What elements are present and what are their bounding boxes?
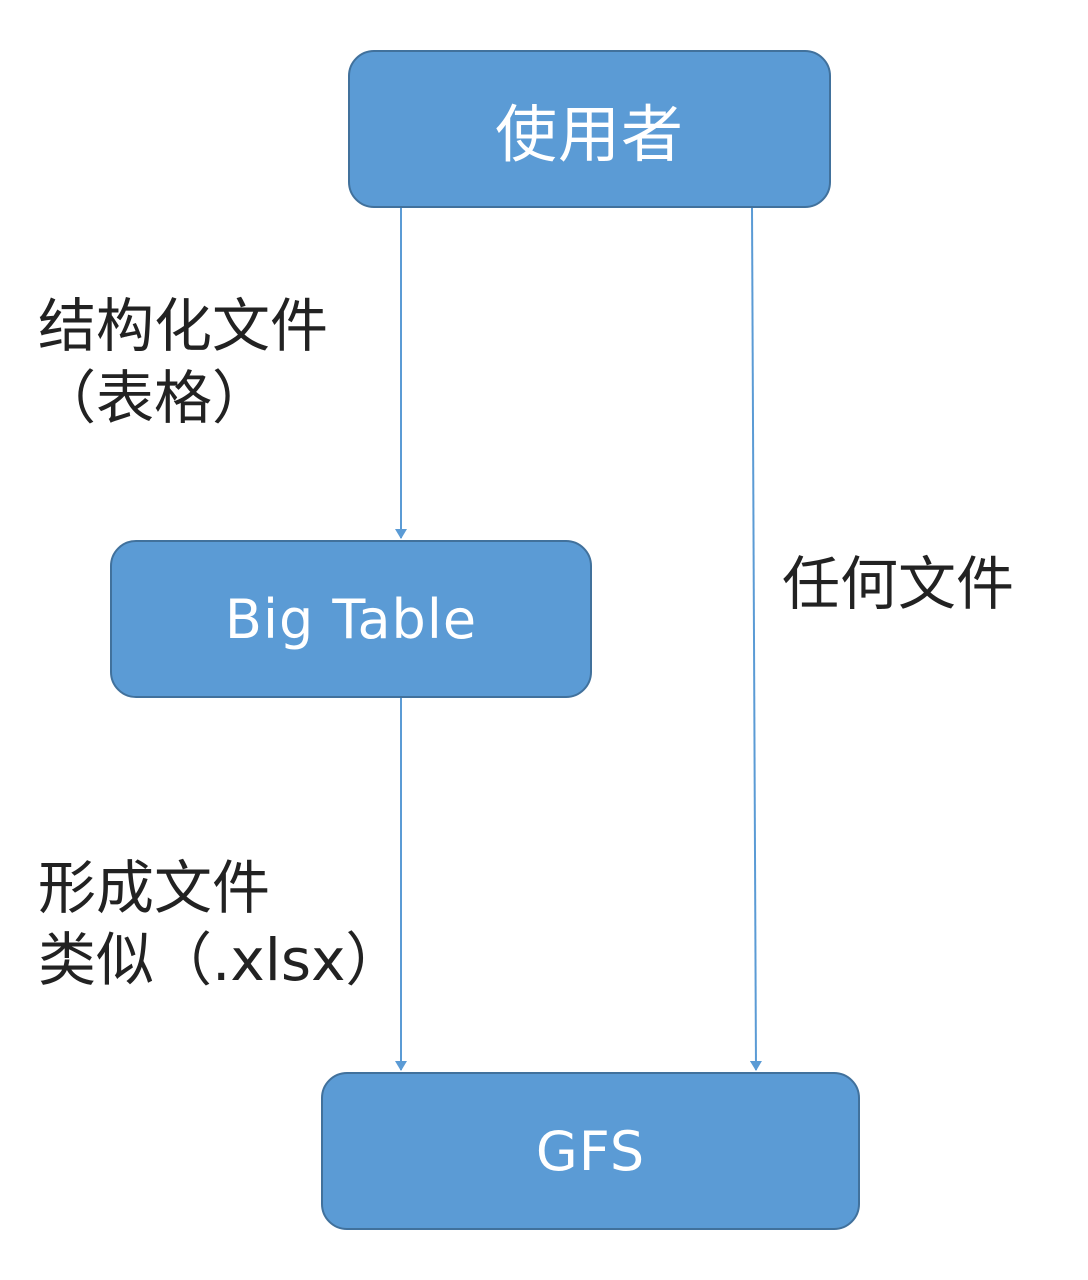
node-user-label: 使用者 xyxy=(494,98,684,171)
node-bigtable: Big Table xyxy=(110,540,592,698)
edge-label-structured-line2: （表格） xyxy=(38,364,271,432)
edge-label-form-line2: 类似（.xlsx） xyxy=(38,926,404,994)
edge-label-structured-files: 结构化文件 （表格） xyxy=(38,290,328,434)
edge-label-any-files: 任何文件 xyxy=(782,548,1014,620)
edge-label-any-files-text: 任何文件 xyxy=(782,550,1015,618)
node-gfs-label: GFS xyxy=(535,1119,646,1183)
node-user: 使用者 xyxy=(348,50,831,208)
node-bigtable-label: Big Table xyxy=(224,587,478,651)
edge-label-form-line1: 形成文件 xyxy=(38,854,271,922)
diagram-canvas: 使用者 Big Table GFS 结构化文件 （表格） 任何文件 形成文件 类… xyxy=(0,0,1088,1280)
edge-label-structured-line1: 结构化文件 xyxy=(38,292,329,360)
arrow-user-to-gfs xyxy=(749,207,762,1071)
edge-label-form-files: 形成文件 类似（.xlsx） xyxy=(38,852,403,996)
node-gfs: GFS xyxy=(321,1072,860,1230)
